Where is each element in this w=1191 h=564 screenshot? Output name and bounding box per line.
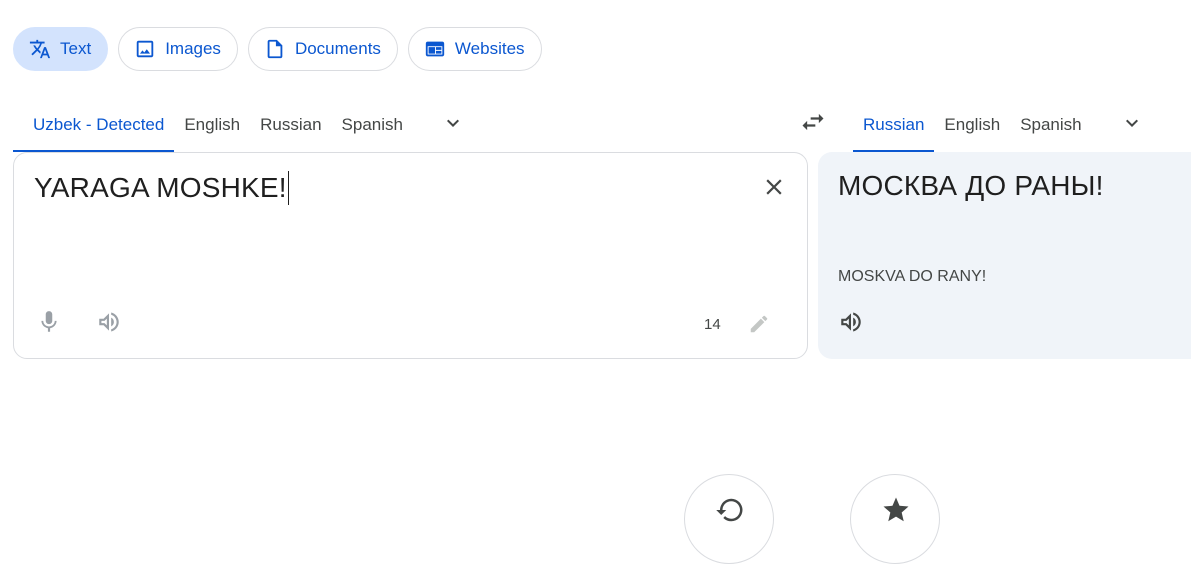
translation-panel: МОСКВА ДО РАНЫ! MOSKVA DO RANY! (818, 152, 1191, 359)
character-count: 14 (704, 316, 721, 333)
voice-input-button[interactable] (32, 307, 66, 341)
source-text-value: YARAGA MOSHKE! (34, 172, 287, 203)
image-icon (134, 38, 156, 60)
source-lang-spanish[interactable]: Spanish (332, 98, 413, 152)
source-language-bar: Uzbek - Detected English Russian Spanish (13, 98, 477, 152)
swap-languages-button[interactable] (790, 101, 836, 147)
chevron-down-icon (1120, 111, 1144, 140)
website-icon (424, 38, 446, 60)
translation-text: МОСКВА ДО РАНЫ! (838, 170, 1104, 201)
pencil-icon (748, 315, 770, 339)
swap-icon (799, 108, 827, 141)
source-lang-russian[interactable]: Russian (250, 98, 331, 152)
mode-images-button[interactable]: Images (118, 27, 238, 71)
chevron-down-icon (441, 111, 465, 140)
listen-translation-button[interactable] (834, 307, 868, 341)
edit-button[interactable] (748, 313, 774, 339)
transliteration-text: MOSKVA DO RANY! (838, 268, 987, 285)
target-more-languages-button[interactable] (1108, 98, 1156, 152)
saved-button[interactable] (850, 474, 940, 564)
document-icon (264, 38, 286, 60)
microphone-icon (36, 309, 62, 340)
mode-text-label: Text (60, 39, 92, 58)
mode-images-label: Images (165, 39, 221, 58)
text-caret (287, 171, 290, 205)
source-lang-english[interactable]: English (174, 98, 250, 152)
source-text-input[interactable]: YARAGA MOSHKE! (34, 171, 290, 205)
source-text-panel: YARAGA MOSHKE! 14 (13, 152, 808, 359)
target-lang-russian[interactable]: Russian (853, 98, 935, 152)
speaker-icon (838, 309, 864, 340)
mode-text-button[interactable]: Text (13, 27, 109, 71)
mode-documents-button[interactable]: Documents (247, 27, 398, 71)
mode-documents-label: Documents (294, 39, 381, 58)
target-language-bar: Russian English Spanish (853, 98, 1156, 152)
source-lang-detected[interactable]: Uzbek - Detected (13, 98, 175, 152)
clear-source-button[interactable] (758, 173, 790, 205)
mode-websites-label: Websites (454, 39, 525, 58)
mode-tabs: Text Images Documents Websites (13, 27, 542, 71)
translate-icon (29, 38, 51, 60)
listen-source-button[interactable] (92, 307, 126, 341)
history-button[interactable] (684, 474, 774, 564)
mode-websites-button[interactable]: Websites (407, 27, 542, 71)
target-lang-spanish[interactable]: Spanish (1010, 98, 1091, 152)
speaker-icon (96, 309, 122, 340)
target-lang-english[interactable]: English (934, 98, 1010, 152)
close-icon (761, 174, 787, 205)
source-more-languages-button[interactable] (429, 98, 477, 152)
